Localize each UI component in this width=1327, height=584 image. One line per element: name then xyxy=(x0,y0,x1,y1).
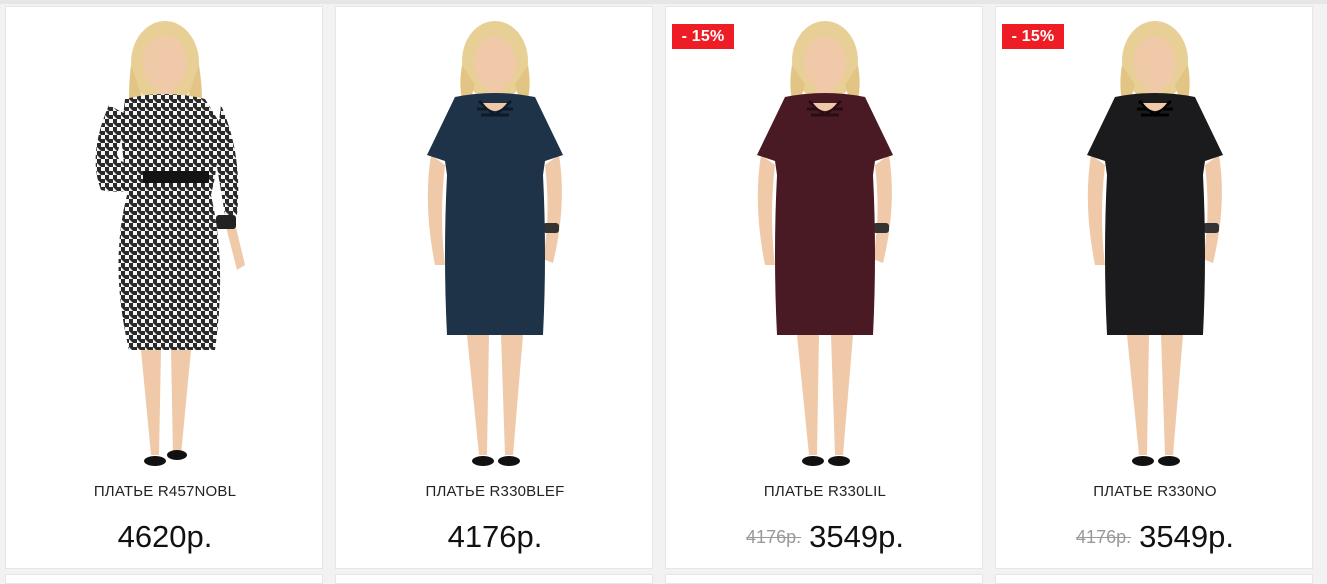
houndstooth-dress-image xyxy=(95,21,245,466)
burgundy-dress-image xyxy=(757,21,893,466)
black-dress-image xyxy=(1087,21,1223,466)
product-image[interactable] xyxy=(395,15,595,475)
price-row: 4176р. 3549р. xyxy=(996,519,1314,555)
product-card[interactable]: - 15% ПЛАТЬЕ R330LIL 4176р. 3549р. xyxy=(665,6,983,569)
top-divider xyxy=(0,0,1327,4)
price-row: 4620р. xyxy=(6,519,324,555)
product-price: 3549р. xyxy=(1139,519,1234,554)
old-price: 4176р. xyxy=(746,526,802,547)
product-name[interactable]: ПЛАТЬЕ R457NOBL xyxy=(6,483,324,500)
price-row: 4176р. 3549р. xyxy=(666,519,984,555)
product-price: 3549р. xyxy=(809,519,904,554)
navy-dress-image xyxy=(427,21,563,466)
product-name[interactable]: ПЛАТЬЕ R330NO xyxy=(996,483,1314,500)
product-price: 4176р. xyxy=(447,519,543,554)
product-card-partial[interactable] xyxy=(5,574,323,584)
product-card-partial[interactable] xyxy=(995,574,1313,584)
product-image[interactable] xyxy=(1055,15,1255,475)
product-card[interactable]: - 15% ПЛАТЬЕ R330NO 4176р. 3549р. xyxy=(995,6,1313,569)
product-card[interactable]: ПЛАТЬЕ R457NOBL 4620р. xyxy=(5,6,323,569)
old-price: 4176р. xyxy=(1076,526,1132,547)
product-price: 4620р. xyxy=(117,519,213,554)
product-card-partial[interactable] xyxy=(665,574,983,584)
product-card-partial[interactable] xyxy=(335,574,653,584)
product-card[interactable]: ПЛАТЬЕ R330BLEF 4176р. xyxy=(335,6,653,569)
price-row: 4176р. xyxy=(336,519,654,555)
next-row-cards xyxy=(0,574,1327,584)
product-image[interactable] xyxy=(725,15,925,475)
product-name[interactable]: ПЛАТЬЕ R330BLEF xyxy=(336,483,654,500)
product-image[interactable] xyxy=(65,15,265,475)
product-name[interactable]: ПЛАТЬЕ R330LIL xyxy=(666,483,984,500)
